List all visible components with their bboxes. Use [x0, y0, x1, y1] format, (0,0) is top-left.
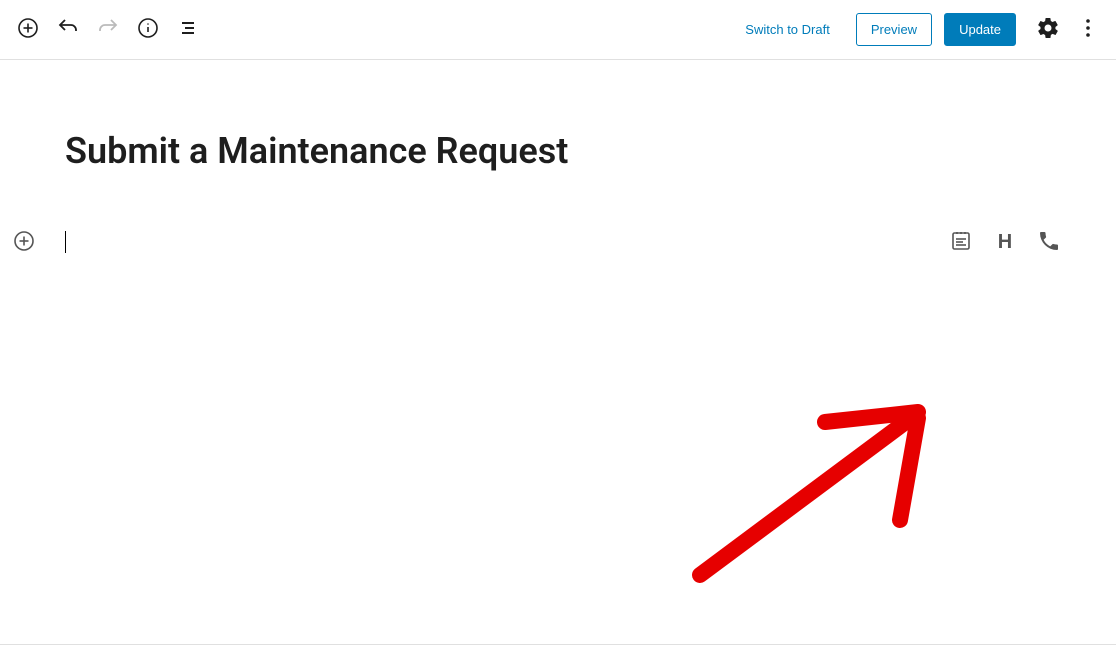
- settings-button[interactable]: [1030, 12, 1066, 48]
- gear-icon: [1036, 16, 1060, 43]
- update-button[interactable]: Update: [944, 13, 1016, 46]
- preview-button[interactable]: Preview: [856, 13, 932, 46]
- form-icon: [949, 229, 973, 256]
- editor-canvas: Submit a Maintenance Request H: [0, 130, 1116, 645]
- switch-to-draft-button[interactable]: Switch to Draft: [731, 14, 844, 45]
- heading-block-suggestion[interactable]: H: [990, 227, 1020, 257]
- form-block-suggestion[interactable]: [946, 227, 976, 257]
- redo-button[interactable]: [90, 12, 126, 48]
- phone-icon: [1037, 229, 1061, 256]
- info-icon: [136, 16, 160, 43]
- block-navigation-button[interactable]: [170, 12, 206, 48]
- outline-icon: [176, 16, 200, 43]
- text-caret[interactable]: [65, 231, 66, 253]
- page-title[interactable]: Submit a Maintenance Request: [65, 130, 1116, 173]
- more-options-button[interactable]: [1070, 12, 1106, 48]
- more-vertical-icon: [1076, 16, 1100, 43]
- heading-icon: H: [998, 231, 1012, 254]
- empty-block-row: H: [0, 231, 1116, 253]
- toolbar-right: Switch to Draft Preview Update: [731, 12, 1106, 48]
- add-block-button[interactable]: [10, 12, 46, 48]
- inline-add-block-button[interactable]: [12, 230, 36, 254]
- content-structure-button[interactable]: [130, 12, 166, 48]
- toolbar-left: [10, 12, 206, 48]
- plus-circle-icon: [16, 16, 40, 43]
- undo-button[interactable]: [50, 12, 86, 48]
- top-toolbar: Switch to Draft Preview Update: [0, 0, 1116, 60]
- undo-icon: [56, 16, 80, 43]
- phone-block-suggestion[interactable]: [1034, 227, 1064, 257]
- block-suggestions: H: [946, 227, 1064, 257]
- annotation-arrow: [650, 380, 950, 610]
- plus-circle-icon: [12, 229, 36, 256]
- redo-icon: [96, 16, 120, 43]
